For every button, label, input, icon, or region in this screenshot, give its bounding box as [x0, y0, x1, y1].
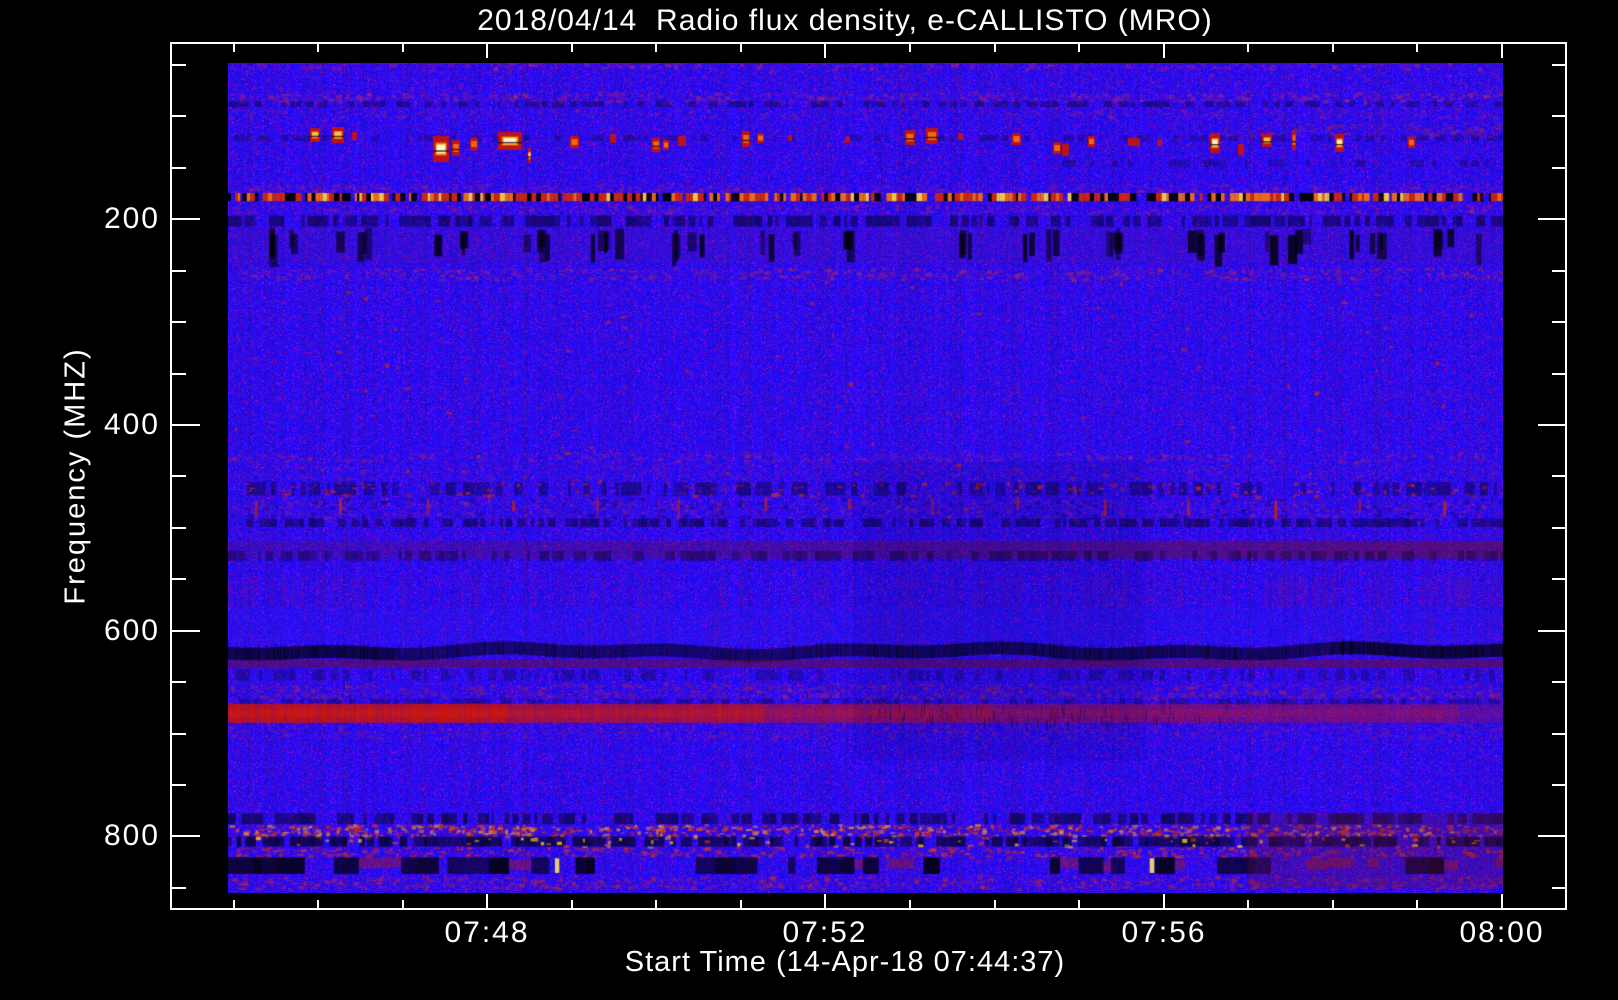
y-tick-minor-right — [1552, 373, 1566, 375]
x-tick-minor-top — [1247, 44, 1249, 52]
y-tick-minor — [172, 321, 186, 323]
x-tick-minor — [233, 900, 235, 908]
x-tick-minor-top — [402, 44, 404, 52]
y-tick-minor-right — [1552, 475, 1566, 477]
y-tick-minor-right — [1552, 887, 1566, 889]
y-tick-minor-right — [1552, 270, 1566, 272]
x-tick-minor-top — [1332, 44, 1334, 52]
y-tick-minor — [172, 115, 186, 117]
y-tick-minor — [172, 578, 186, 580]
y-tick-minor — [172, 733, 186, 735]
y-tick-major-right — [1538, 424, 1566, 426]
y-tick-minor — [172, 527, 186, 529]
x-tick-major — [486, 894, 488, 908]
y-tick-major-right — [1538, 218, 1566, 220]
y-tick-minor-right — [1552, 64, 1566, 66]
y-tick-label: 600 — [103, 614, 160, 647]
x-tick-minor — [655, 900, 657, 908]
y-tick-minor-right — [1552, 784, 1566, 786]
y-tick-minor — [172, 784, 186, 786]
y-tick-minor-right — [1552, 681, 1566, 683]
y-tick-minor-right — [1552, 321, 1566, 323]
x-tick-minor — [1416, 900, 1418, 908]
y-tick-label: 800 — [103, 819, 160, 852]
y-tick-label: 200 — [103, 202, 160, 235]
y-tick-major — [172, 630, 200, 632]
x-tick-major-top — [1163, 44, 1165, 58]
chart-title: 2018/04/14 Radio flux density, e-CALLIST… — [477, 4, 1213, 37]
x-tick-minor — [571, 900, 573, 908]
x-tick-major-top — [1501, 44, 1503, 58]
x-tick-major — [824, 894, 826, 908]
x-tick-minor — [317, 900, 319, 908]
x-tick-minor-top — [994, 44, 996, 52]
x-tick-minor-top — [571, 44, 573, 52]
x-tick-minor — [1078, 900, 1080, 908]
x-axis-label: Start Time (14-Apr-18 07:44:37) — [624, 946, 1066, 978]
x-tick-minor — [994, 900, 996, 908]
x-tick-minor — [740, 900, 742, 908]
y-tick-minor-right — [1552, 527, 1566, 529]
y-axis-label: Frequency (MHZ) — [59, 347, 92, 605]
x-tick-minor — [1247, 900, 1249, 908]
y-tick-minor-right — [1552, 167, 1566, 169]
y-tick-minor — [172, 373, 186, 375]
y-tick-minor — [172, 64, 186, 66]
x-tick-label: 07:56 — [1121, 916, 1207, 949]
x-tick-major — [1163, 894, 1165, 908]
x-tick-minor-top — [740, 44, 742, 52]
x-tick-minor-top — [1078, 44, 1080, 52]
y-tick-major — [172, 424, 200, 426]
plot-frame — [170, 42, 1567, 910]
x-tick-label: 07:52 — [782, 916, 868, 949]
y-tick-label: 400 — [103, 408, 160, 441]
x-tick-minor-top — [909, 44, 911, 52]
y-tick-minor — [172, 475, 186, 477]
x-tick-major-top — [486, 44, 488, 58]
x-tick-minor-top — [1416, 44, 1418, 52]
y-tick-minor-right — [1552, 578, 1566, 580]
y-tick-major — [172, 218, 200, 220]
y-tick-major-right — [1538, 835, 1566, 837]
x-tick-minor — [402, 900, 404, 908]
y-tick-minor — [172, 167, 186, 169]
x-tick-major-top — [824, 44, 826, 58]
x-tick-label: 07:48 — [444, 916, 530, 949]
x-tick-minor — [1332, 900, 1334, 908]
y-tick-minor — [172, 681, 186, 683]
x-tick-major — [1501, 894, 1503, 908]
x-tick-label: 08:00 — [1459, 916, 1545, 949]
y-tick-major — [172, 835, 200, 837]
x-tick-minor-top — [317, 44, 319, 52]
x-tick-minor-top — [655, 44, 657, 52]
x-tick-minor — [909, 900, 911, 908]
spectrogram-figure: 2018/04/14 Radio flux density, e-CALLIST… — [0, 0, 1618, 1000]
y-tick-minor — [172, 887, 186, 889]
y-tick-minor — [172, 270, 186, 272]
y-tick-major-right — [1538, 630, 1566, 632]
x-tick-minor-top — [233, 44, 235, 52]
y-tick-minor-right — [1552, 115, 1566, 117]
y-tick-minor-right — [1552, 733, 1566, 735]
